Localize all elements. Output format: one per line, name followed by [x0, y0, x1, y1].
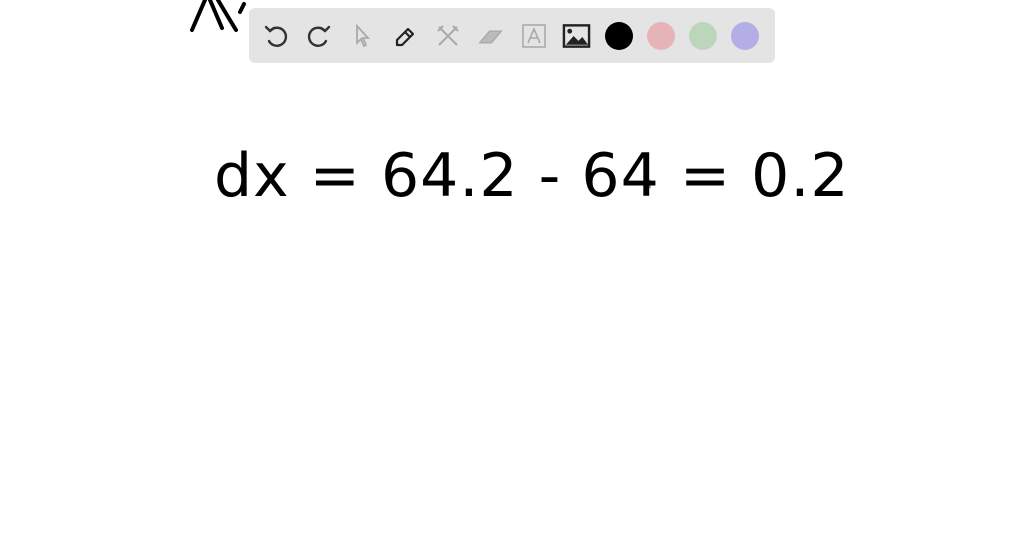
- text-button[interactable]: [519, 21, 548, 50]
- image-button[interactable]: [562, 21, 591, 50]
- color-green[interactable]: [689, 21, 717, 50]
- pen-icon: [395, 27, 414, 46]
- handwritten-equation: dx = 64.2 - 64 = 0.2: [214, 141, 850, 211]
- undo-icon: [264, 25, 287, 47]
- tools-icon: [436, 24, 459, 46]
- text-icon: [521, 23, 546, 48]
- color-purple[interactable]: [731, 21, 759, 50]
- tools-button[interactable]: [433, 21, 462, 50]
- pen-button[interactable]: [390, 21, 419, 50]
- eraser-icon: [478, 29, 503, 43]
- color-pink[interactable]: [647, 21, 675, 50]
- select-button[interactable]: [347, 21, 376, 50]
- undo-button[interactable]: [261, 21, 290, 50]
- select-icon: [355, 23, 370, 47]
- drawing-toolbar: [249, 8, 775, 63]
- redo-button[interactable]: [304, 21, 333, 50]
- whiteboard-canvas[interactable]: [0, 0, 1024, 552]
- handwriting-top-left: [190, 0, 246, 32]
- color-black[interactable]: [605, 21, 633, 50]
- redo-icon: [307, 25, 330, 47]
- image-icon: [562, 23, 591, 48]
- eraser-button[interactable]: [476, 21, 505, 50]
